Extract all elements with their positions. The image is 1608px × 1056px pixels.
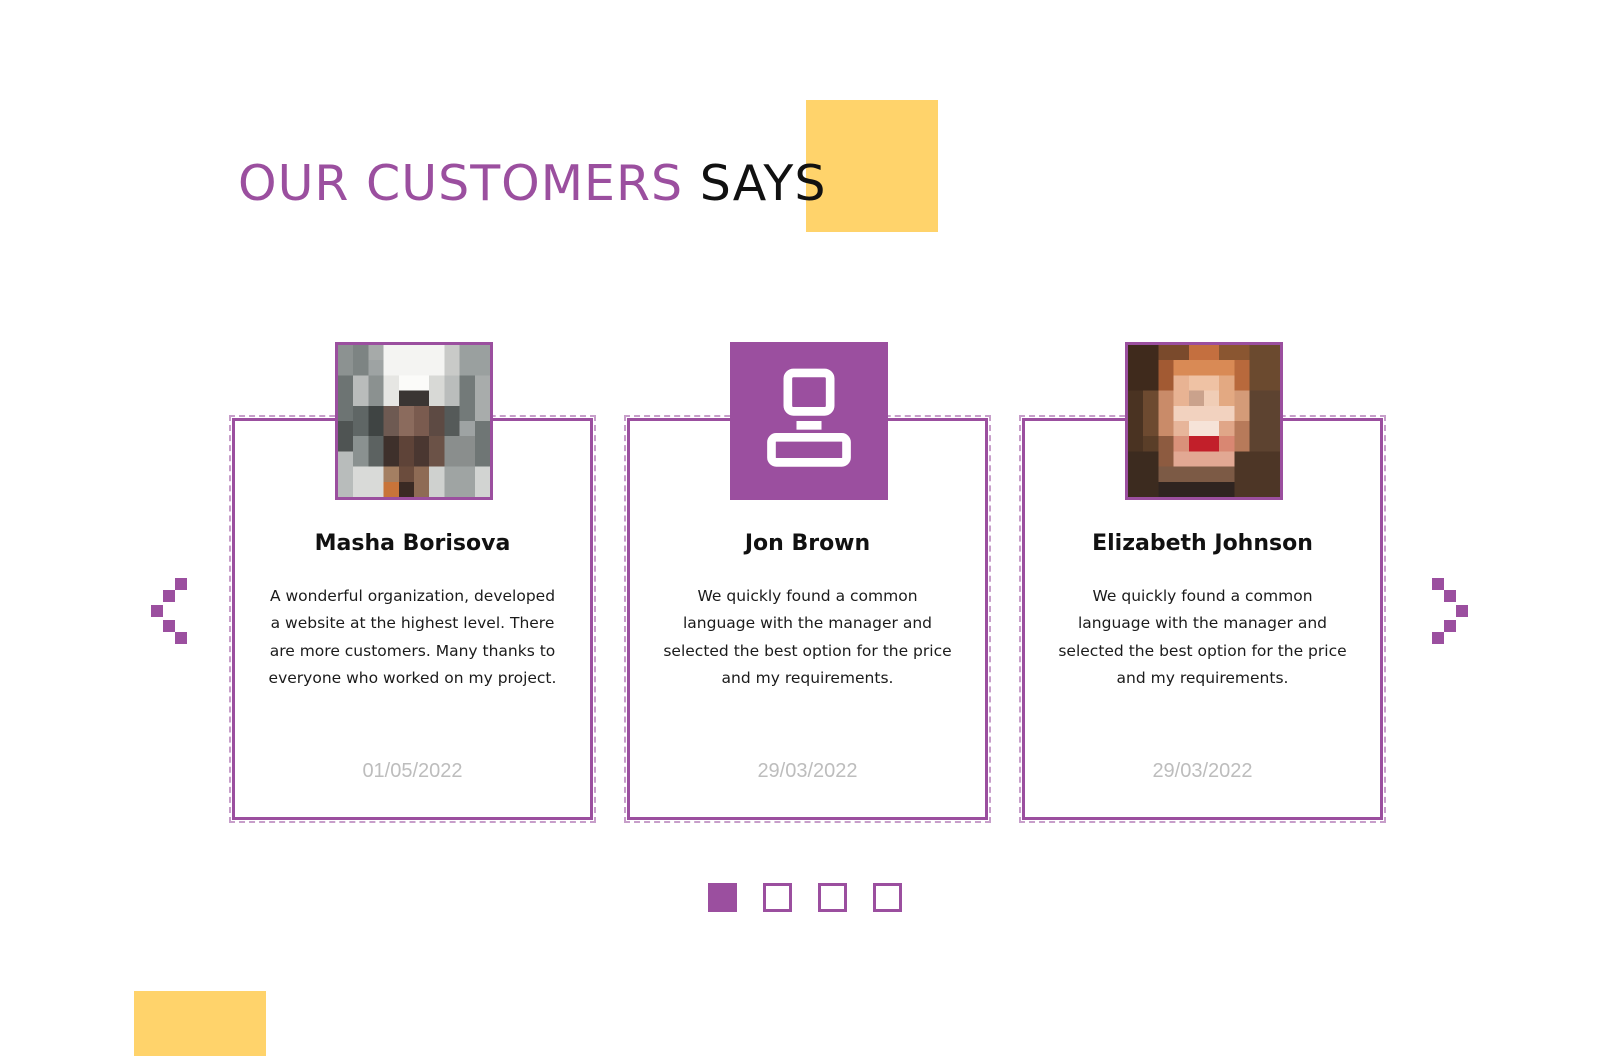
- review-text: A wonderful organization, developed a we…: [268, 587, 557, 687]
- review-date: 29/03/2022: [1152, 760, 1253, 782]
- pagination-dot-3[interactable]: [818, 883, 847, 912]
- chevron-right-icon: [1432, 578, 1468, 644]
- review-text: We quickly found a common language with …: [1058, 587, 1347, 687]
- review-date: 01/05/2022: [362, 760, 463, 782]
- carousel-pagination: [708, 883, 902, 912]
- testimonial-card: Jon Brown We quickly found a common lang…: [624, 342, 991, 823]
- review-date: 29/03/2022: [757, 760, 858, 782]
- pagination-dot-4[interactable]: [873, 883, 902, 912]
- customer-name: Elizabeth Johnson: [1092, 531, 1313, 556]
- customer-photo: [338, 345, 490, 497]
- decorative-yellow-square-bottom: [134, 991, 266, 1056]
- review-text: We quickly found a common language with …: [663, 587, 952, 687]
- user-icon: [767, 368, 851, 467]
- avatar: [730, 342, 888, 500]
- pagination-dot-2[interactable]: [763, 883, 792, 912]
- avatar: [335, 342, 493, 500]
- testimonial-card: Elizabeth Johnson We quickly found a com…: [1019, 342, 1386, 823]
- section-title-accent: OUR CUSTOMERS: [238, 155, 684, 212]
- customer-name: Masha Borisova: [314, 531, 511, 556]
- customer-photo: [1128, 345, 1280, 497]
- pagination-dot-1[interactable]: [708, 883, 737, 912]
- prev-arrow-button[interactable]: [151, 578, 191, 644]
- testimonial-card: Masha Borisova A wonderful organization,…: [229, 342, 596, 823]
- customer-name: Jon Brown: [744, 531, 871, 556]
- avatar: [1125, 342, 1283, 500]
- section-title-rest: SAYS: [699, 155, 827, 212]
- chevron-left-icon: [151, 578, 187, 644]
- next-arrow-button[interactable]: [1428, 578, 1468, 644]
- section-title: OUR CUSTOMERS SAYS: [238, 150, 826, 217]
